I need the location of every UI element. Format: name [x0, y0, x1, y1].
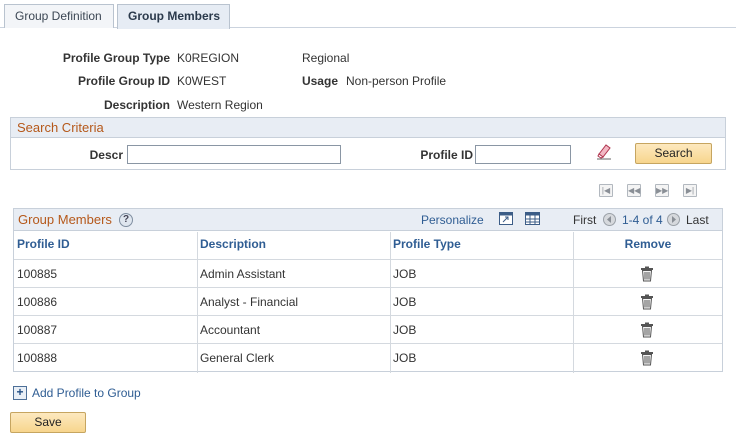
search-criteria-title: Search Criteria: [11, 118, 725, 138]
next-page-icon[interactable]: ▶▶: [655, 184, 669, 197]
download-spreadsheet-icon[interactable]: [525, 212, 540, 225]
group-members-grid: Group Members ? Personalize First 1-4 of…: [13, 208, 723, 373]
profile-group-id-label: Profile Group ID: [77, 74, 170, 88]
usage-label: Usage: [301, 74, 338, 88]
row-profile-type: JOB: [393, 267, 417, 281]
add-profile-to-group-link[interactable]: + Add Profile to Group: [13, 385, 141, 401]
last-page-icon[interactable]: ▶|: [683, 184, 697, 197]
table-row: 100887 Accountant JOB: [14, 315, 722, 343]
tab-bar: Group Definition Group Members: [0, 0, 736, 29]
row-profile-type: JOB: [393, 323, 417, 337]
row-range: 1-4 of 4: [622, 213, 663, 227]
grid-header-bar: Group Members ? Personalize First 1-4 of…: [14, 209, 722, 231]
tab-group-members[interactable]: Group Members: [117, 4, 230, 29]
delete-row-icon[interactable]: [640, 266, 654, 282]
last-label: Last: [686, 213, 709, 227]
delete-row-icon[interactable]: [640, 350, 654, 366]
profile-group-type-value: K0REGION: [177, 51, 240, 65]
row-description: Admin Assistant: [200, 267, 286, 281]
profile-id-input[interactable]: [475, 145, 571, 164]
row-profile-type: JOB: [393, 295, 417, 309]
add-profile-to-group-label: Add Profile to Group: [32, 386, 141, 400]
column-header-profile-id[interactable]: Profile ID: [14, 232, 197, 256]
personalize-link[interactable]: Personalize: [421, 209, 484, 231]
row-profile-type: JOB: [393, 351, 417, 365]
table-row: 100886 Analyst - Financial JOB: [14, 287, 722, 315]
search-button[interactable]: Search: [635, 143, 712, 164]
table-row: 100885 Admin Assistant JOB: [14, 259, 722, 287]
help-icon[interactable]: ?: [119, 213, 133, 227]
plus-icon: +: [13, 386, 27, 400]
first-label: First: [573, 213, 597, 227]
row-description: Accountant: [200, 323, 261, 337]
descr-input[interactable]: [127, 145, 341, 164]
description-value: Western Region: [177, 98, 263, 112]
previous-row-icon[interactable]: [603, 213, 616, 226]
description-label: Description: [103, 98, 170, 112]
save-button[interactable]: Save: [10, 412, 86, 433]
delete-row-icon[interactable]: [640, 294, 654, 310]
column-header-profile-type[interactable]: Profile Type: [390, 232, 573, 256]
profile-group-id-value: K0WEST: [177, 74, 227, 88]
next-row-icon[interactable]: [667, 213, 680, 226]
search-criteria-box: Search Criteria Descr Profile ID Search: [10, 117, 726, 170]
row-profile-id: 100886: [17, 295, 58, 309]
profile-group-type-description: Regional: [302, 51, 350, 65]
column-header-remove: Remove: [624, 237, 672, 251]
zoom-grid-icon[interactable]: [499, 212, 513, 225]
profile-group-type-label: Profile Group Type: [62, 51, 170, 65]
profile-id-label: Profile ID: [420, 148, 473, 162]
eraser-icon[interactable]: [595, 142, 613, 160]
tab-group-definition[interactable]: Group Definition: [4, 4, 114, 28]
row-description: Analyst - Financial: [200, 295, 299, 309]
table-row: 100888 General Clerk JOB: [14, 343, 722, 371]
row-description: General Clerk: [200, 351, 275, 365]
grid-title: Group Members: [18, 212, 112, 227]
usage-value: Non-person Profile: [346, 74, 447, 88]
delete-row-icon[interactable]: [640, 322, 654, 338]
row-profile-id: 100885: [17, 267, 58, 281]
row-profile-id: 100888: [17, 351, 58, 365]
row-profile-id: 100887: [17, 323, 58, 337]
descr-label: Descr: [89, 148, 123, 162]
previous-page-icon[interactable]: ◀◀: [627, 184, 641, 197]
first-page-icon[interactable]: |◀: [599, 184, 613, 197]
column-header-description[interactable]: Description: [197, 232, 390, 256]
